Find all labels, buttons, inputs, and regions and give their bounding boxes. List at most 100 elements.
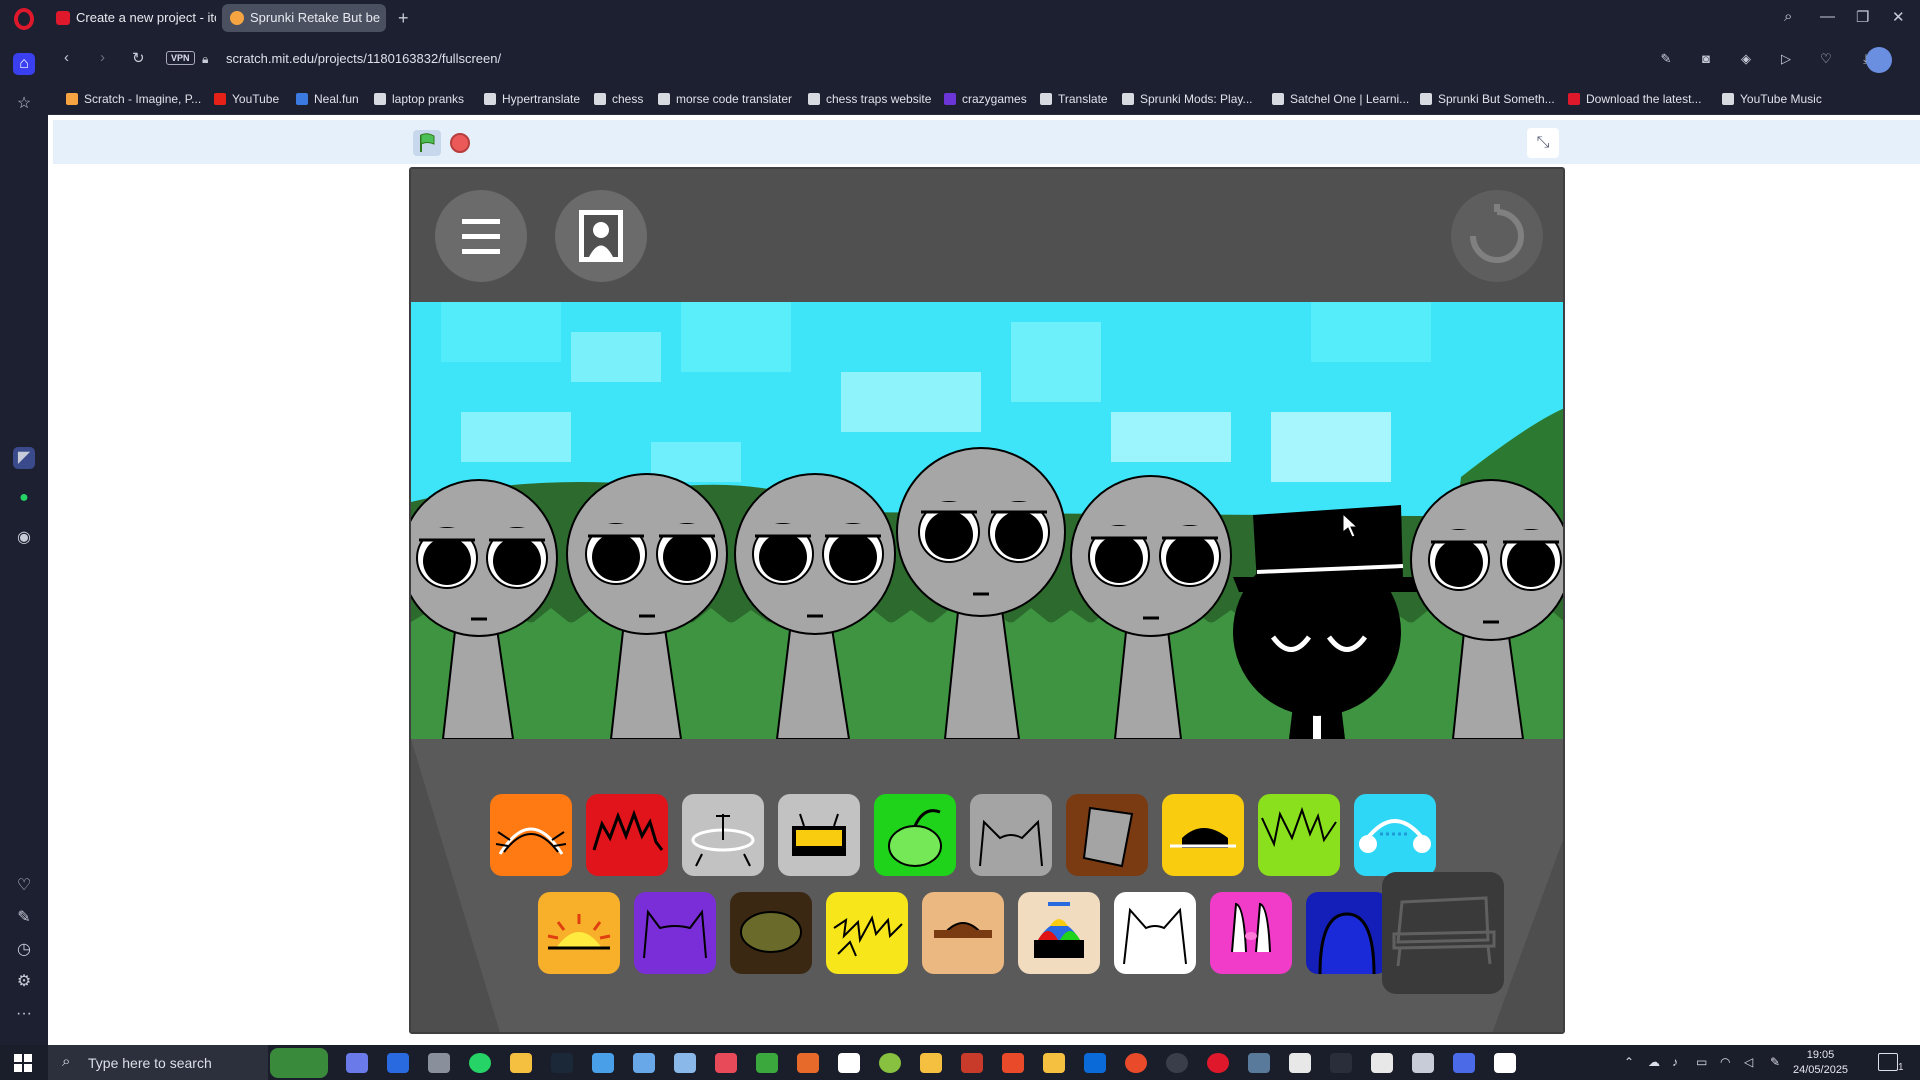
- url-field[interactable]: scratch.mit.edu/projects/1180163832/full…: [226, 51, 501, 66]
- sound-icon-red-spiky[interactable]: [586, 794, 668, 876]
- taskbar-clock[interactable]: 19:05 24/05/2025: [1793, 1048, 1848, 1078]
- volume-icon[interactable]: ◁: [1744, 1055, 1753, 1069]
- notification-icon[interactable]: [1878, 1053, 1898, 1071]
- search-tabs-icon[interactable]: ⌕: [1784, 8, 1792, 25]
- sound-icon-yellow-hat[interactable]: [1162, 794, 1244, 876]
- sound-icon-cyan-headphones[interactable]: [1354, 794, 1436, 876]
- character-gray-4[interactable]: [896, 447, 1066, 739]
- bookmark-item[interactable]: laptop pranks: [374, 92, 464, 106]
- tab-itch[interactable]: Create a new project - itch: [48, 4, 216, 32]
- more-icon[interactable]: ···: [13, 1003, 35, 1025]
- sound-icon-sun[interactable]: [538, 892, 620, 974]
- sound-icon-gray-cat[interactable]: [970, 794, 1052, 876]
- battery-icon[interactable]: ▭: [1696, 1055, 1707, 1069]
- player-icon[interactable]: ◉: [13, 527, 35, 549]
- copilot-icon[interactable]: [346, 1053, 368, 1073]
- sound-icon-silver-saucer[interactable]: [682, 794, 764, 876]
- play-icon[interactable]: ▷: [1778, 51, 1794, 67]
- sound-icon-green-pumpkin[interactable]: [874, 794, 956, 876]
- whatsapp-icon[interactable]: ●: [13, 487, 35, 509]
- minimize-icon[interactable]: —: [1820, 8, 1835, 25]
- lock-icon[interactable]: 🔒︎: [202, 52, 208, 67]
- file-explorer-icon[interactable]: [510, 1053, 532, 1073]
- app-icon-15[interactable]: [920, 1053, 942, 1073]
- steam-icon[interactable]: [551, 1053, 573, 1073]
- sound-icon-tan-hat[interactable]: [922, 892, 1004, 974]
- bookmark-item[interactable]: Translate: [1040, 92, 1108, 106]
- app-icon-20[interactable]: [1125, 1053, 1147, 1073]
- bookmark-item[interactable]: Satchel One | Learni...: [1272, 92, 1409, 106]
- bookmark-item[interactable]: YouTube: [214, 92, 279, 106]
- app-icon-13[interactable]: [838, 1053, 860, 1073]
- shield-icon[interactable]: ◈: [1738, 51, 1754, 67]
- sound-icon-orange-crab[interactable]: [490, 794, 572, 876]
- sound-icon-yellow-lightning[interactable]: [826, 892, 908, 974]
- app-icon-8[interactable]: [633, 1053, 655, 1073]
- vpn-badge[interactable]: VPN: [166, 51, 195, 65]
- bookmark-item[interactable]: chess: [594, 92, 643, 106]
- taskbar-search[interactable]: ⌕ Type here to search: [48, 1045, 268, 1080]
- tray-cloud-icon[interactable]: ☁: [1648, 1055, 1660, 1069]
- heart-icon[interactable]: ♡: [13, 875, 35, 897]
- bookmark-item[interactable]: crazygames: [944, 92, 1027, 106]
- camera-app-icon[interactable]: [1248, 1053, 1270, 1073]
- bookmark-item[interactable]: morse code translater: [658, 92, 792, 106]
- sound-icon-dark-bush[interactable]: [730, 892, 812, 974]
- new-tab-plus-icon[interactable]: +: [398, 9, 409, 27]
- widget-scenery-icon[interactable]: [270, 1048, 328, 1078]
- character-gray-5[interactable]: [1070, 475, 1232, 739]
- app-icon-27[interactable]: [1412, 1053, 1434, 1073]
- stop-button[interactable]: [450, 133, 470, 153]
- home-icon[interactable]: ⌂: [13, 53, 35, 75]
- itch-app-icon[interactable]: [715, 1053, 737, 1073]
- app-icon-17[interactable]: [1002, 1053, 1024, 1073]
- history-icon[interactable]: ◷: [13, 939, 35, 961]
- star-icon[interactable]: ☆: [13, 93, 35, 115]
- capcut-icon[interactable]: [1289, 1053, 1311, 1073]
- app-icon-28[interactable]: [1453, 1053, 1475, 1073]
- bookmark-item[interactable]: Neal.fun: [296, 92, 359, 106]
- close-window-icon[interactable]: ✕: [1892, 8, 1905, 26]
- tray-chevron-icon[interactable]: ⌃: [1624, 1055, 1634, 1069]
- app-icon-14[interactable]: [879, 1053, 901, 1073]
- portrait-button[interactable]: [555, 190, 647, 282]
- sound-icon-lime-spiky[interactable]: [1258, 794, 1340, 876]
- settings-icon[interactable]: ⚙: [13, 971, 35, 993]
- menu-button[interactable]: [435, 190, 527, 282]
- bookmark-item[interactable]: Sprunki Mods: Play...: [1122, 92, 1253, 106]
- character-gray-1[interactable]: [411, 479, 558, 739]
- sound-icon-pink-bunny[interactable]: [1210, 892, 1292, 974]
- bookmark-item[interactable]: Scratch - Imagine, P...: [66, 92, 201, 106]
- empty-slot-bench[interactable]: [1382, 872, 1504, 994]
- sound-icon-purple-horns[interactable]: [634, 892, 716, 974]
- pinboard-icon[interactable]: ✎: [13, 907, 35, 929]
- terminal-icon[interactable]: [1330, 1053, 1352, 1073]
- sound-icon-gray-box[interactable]: [778, 794, 860, 876]
- bookmark-item[interactable]: Sprunki But Someth...: [1420, 92, 1555, 106]
- app-icon-7[interactable]: [592, 1053, 614, 1073]
- green-flag-button[interactable]: [413, 130, 441, 156]
- sound-icon-brown-bucket[interactable]: [1066, 794, 1148, 876]
- app-icon-18[interactable]: [1043, 1053, 1065, 1073]
- tab-sprunki[interactable]: Sprunki Retake But be: [222, 4, 386, 32]
- sound-icon-navy-dome[interactable]: [1306, 892, 1388, 974]
- obs-icon[interactable]: [1166, 1053, 1188, 1073]
- store-icon[interactable]: [387, 1053, 409, 1073]
- game-stage[interactable]: [409, 167, 1565, 1034]
- bookmark-item[interactable]: Hypertranslate: [484, 92, 580, 106]
- bookmark-item[interactable]: Download the latest...: [1568, 92, 1701, 106]
- windows-start-icon[interactable]: [14, 1054, 32, 1072]
- sound-icon-propeller-hat[interactable]: [1018, 892, 1100, 974]
- wifi-icon[interactable]: ◠: [1720, 1055, 1730, 1069]
- opera-logo-icon[interactable]: [14, 8, 34, 30]
- opera-app-icon[interactable]: [1207, 1053, 1229, 1073]
- notion-icon[interactable]: [1371, 1053, 1393, 1073]
- heart-outline-icon[interactable]: ♡: [1818, 51, 1834, 67]
- whatsapp-app-icon[interactable]: [469, 1053, 491, 1073]
- microphone-icon[interactable]: ♪: [1672, 1055, 1678, 1069]
- sound-icon-white-cat[interactable]: [1114, 892, 1196, 974]
- character-black-tophat[interactable]: [1233, 505, 1427, 739]
- settings-app-icon[interactable]: [428, 1053, 450, 1073]
- aria-icon[interactable]: ◤: [13, 447, 35, 469]
- character-gray-2[interactable]: [566, 473, 728, 739]
